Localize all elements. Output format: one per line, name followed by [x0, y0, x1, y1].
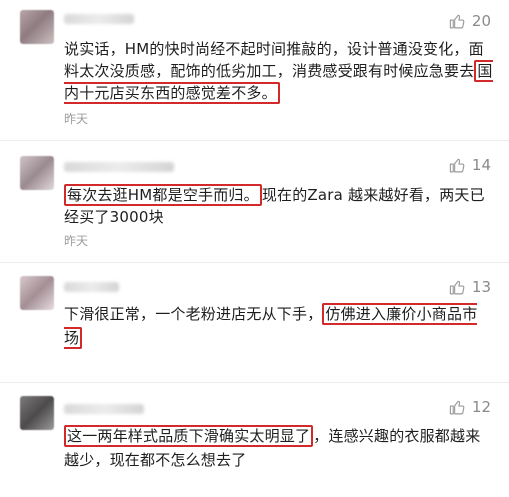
like-count: 14 [471, 156, 491, 174]
avatar[interactable] [20, 156, 54, 190]
comment-text: 每次去逛HM都是空手而归。 现在的Zara 越来越好看，两天已经买了3000块 [64, 184, 485, 226]
highlight-box: 这一两年样式品质下滑确实太明显了 [64, 425, 314, 447]
thumbs-up-icon [449, 280, 465, 294]
avatar[interactable] [20, 396, 54, 430]
comment-text: 这一两年样式品质下滑确实太明显了 ，连感兴趣的衣服都越来越少，现在都不怎么想去了 [64, 425, 481, 469]
username[interactable] [64, 14, 134, 24]
avatar[interactable] [20, 276, 54, 310]
thumbs-up-icon [449, 158, 465, 172]
like-count: 12 [471, 398, 491, 416]
like-button[interactable]: 20 [449, 12, 491, 30]
avatar[interactable] [20, 10, 54, 44]
divider [0, 140, 509, 141]
like-button[interactable]: 13 [449, 278, 491, 296]
username[interactable] [64, 404, 144, 414]
like-count: 20 [471, 12, 491, 30]
username[interactable] [64, 282, 119, 292]
thumbs-up-icon [449, 14, 465, 28]
like-button[interactable]: 12 [449, 398, 491, 416]
username[interactable] [64, 162, 174, 172]
highlight-box: 每次去逛HM都是空手而归。 [64, 184, 262, 206]
comment-text: 说实话，HM的快时尚经不起时间推敲的，设计普通没变化，面料太次没质感，配饰的低劣… [64, 40, 493, 104]
thumbs-up-icon [449, 400, 465, 414]
timestamp: 昨天 [64, 234, 89, 248]
like-button[interactable]: 14 [449, 156, 491, 174]
comment-text: 下滑很正常，一个老粉进店无从下手， 仿佛进入廉价小商品市场 [64, 303, 478, 349]
timestamp: 昨天 [64, 112, 89, 126]
divider [0, 382, 509, 383]
like-count: 13 [471, 278, 491, 296]
divider [0, 262, 509, 263]
